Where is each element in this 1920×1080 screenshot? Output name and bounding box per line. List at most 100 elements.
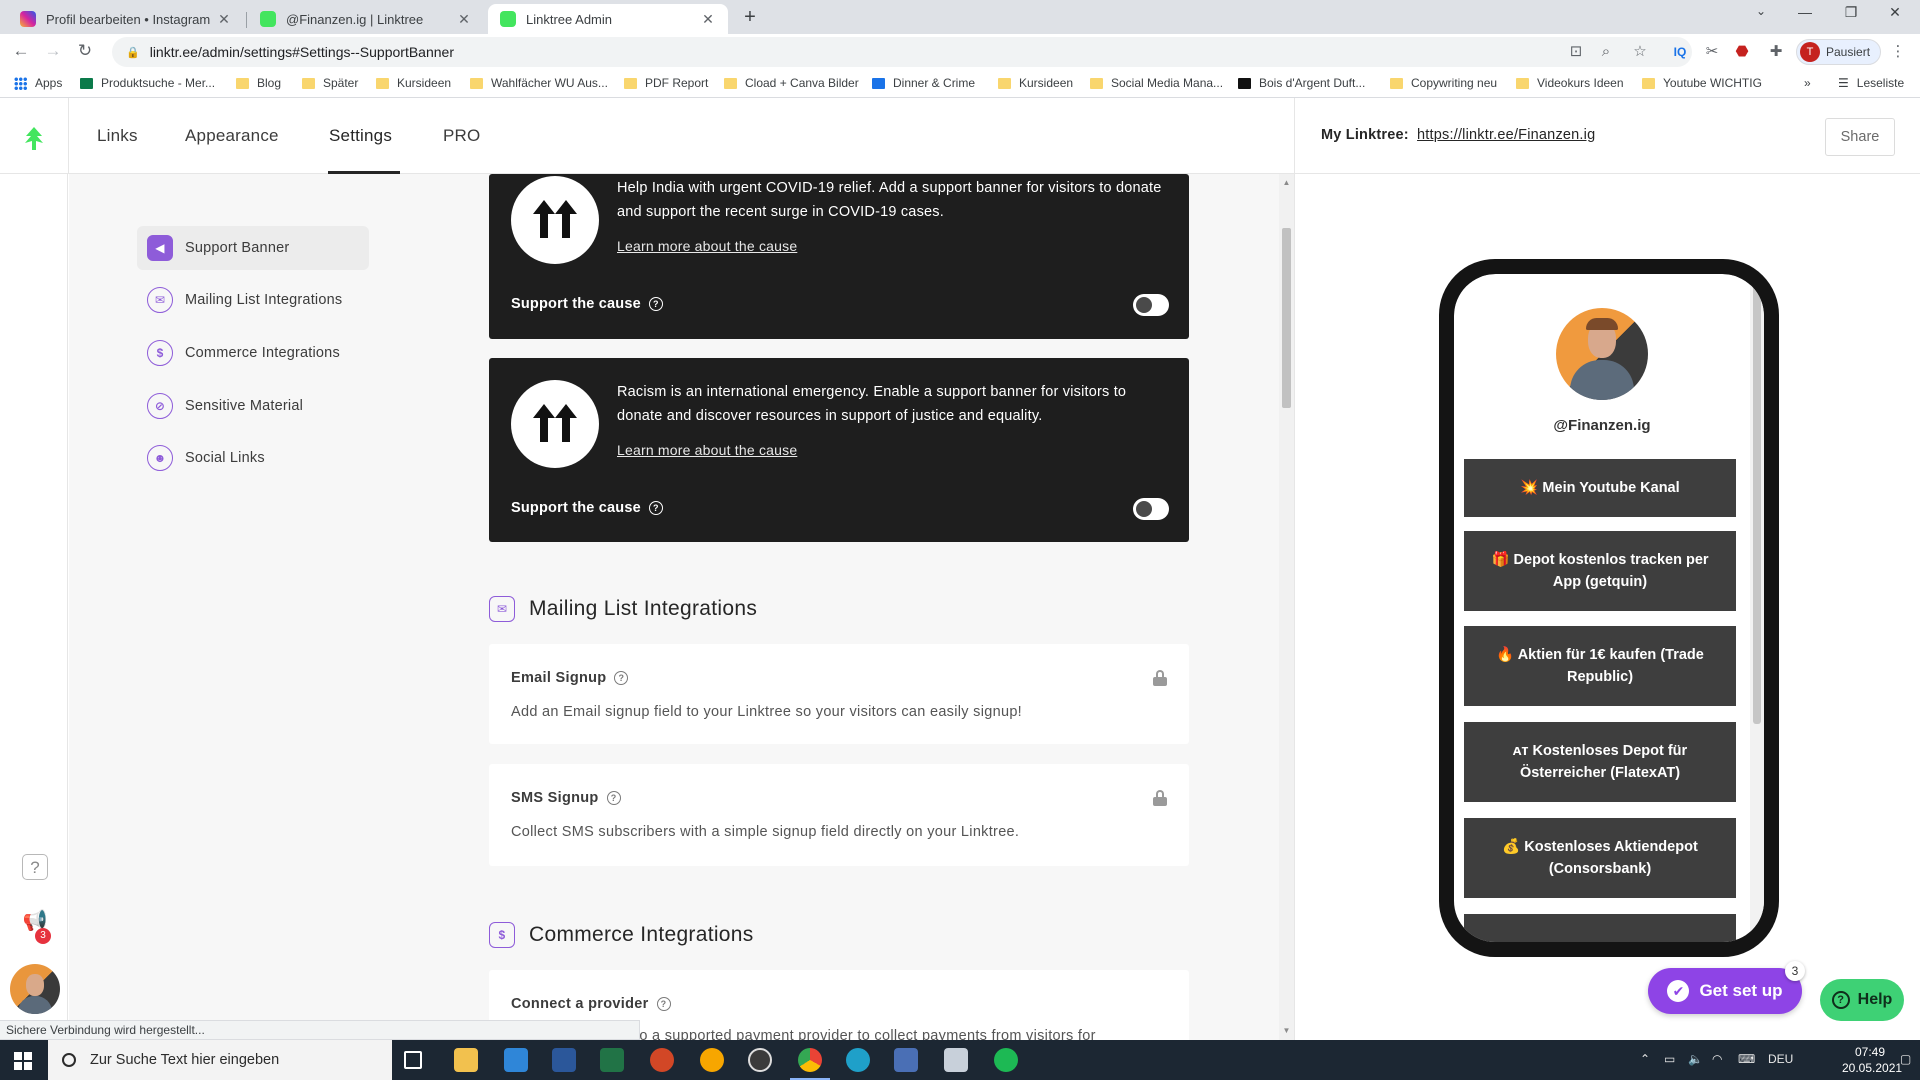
excel-icon[interactable] [600,1048,624,1072]
new-tab-button[interactable]: + [738,6,762,29]
bookmark-item[interactable]: Videokurs Ideen [1516,76,1624,90]
restore-button[interactable]: ❐ [1836,4,1866,21]
tab-appearance[interactable]: Appearance [185,126,279,146]
bookmark-item[interactable]: Youtube WICHTIG [1642,76,1762,90]
user-avatar[interactable] [10,964,60,1014]
tray-app-icon[interactable]: ▭ [1664,1052,1675,1066]
extension-abp-icon[interactable]: ⬣ [1732,42,1752,62]
chrome-icon[interactable] [790,1048,830,1080]
preview-link-button-partial[interactable] [1464,914,1736,942]
reading-list[interactable]: ☰ Leseliste [1838,76,1904,90]
powerpoint-icon[interactable] [650,1048,674,1072]
zoom-icon[interactable]: ⌕ [1596,42,1616,62]
more-bookmarks-icon[interactable]: » [1804,76,1811,90]
bookmark-star-icon[interactable]: ☆ [1630,42,1650,62]
app-icon[interactable] [894,1048,918,1072]
help-button[interactable]: ? Help [1820,979,1904,1021]
linktree-logo-icon[interactable] [20,124,48,152]
close-icon[interactable]: ✕ [216,11,232,28]
close-icon[interactable]: ✕ [456,11,472,28]
bookmark-item[interactable]: Copywriting neu [1390,76,1497,90]
support-cause-toggle[interactable] [1133,294,1169,316]
bookmark-item[interactable]: Cload + Canva Bilder [724,76,859,90]
app-icon[interactable] [700,1048,724,1072]
extension-icon[interactable]: ✂ [1702,42,1722,62]
mail-app-icon[interactable] [504,1048,528,1072]
tray-network-icon[interactable]: ◠ [1712,1052,1722,1066]
menu-item-mailing-list[interactable]: ✉ Mailing List Integrations [137,278,369,322]
browser-tab-instagram[interactable]: Profil bearbeiten • Instagram ✕ [8,4,244,34]
help-question-icon[interactable]: ? [614,671,629,685]
learn-more-link[interactable]: Learn more about the cause [617,238,797,254]
share-button[interactable]: Share [1825,118,1895,156]
spotify-icon[interactable] [994,1048,1018,1072]
get-set-up-button[interactable]: ✔ Get set up [1648,968,1802,1014]
phone-scrollbar[interactable] [1750,274,1764,942]
scroll-down-icon[interactable]: ▼ [1282,1026,1291,1035]
menu-item-support-banner[interactable]: ◀ Support Banner [137,226,369,270]
menu-item-commerce[interactable]: $ Commerce Integrations [137,331,369,375]
bookmark-apps[interactable]: Apps [14,76,62,90]
extension-iq-icon[interactable]: IQ [1670,42,1690,62]
task-view-icon[interactable] [404,1051,422,1069]
forward-icon[interactable]: → [42,40,64,62]
translate-icon[interactable]: ⊡ [1566,42,1586,62]
tray-keyboard-icon[interactable]: ⌨ [1738,1052,1755,1066]
profile-button[interactable]: T Pausiert [1796,39,1882,65]
minimize-button[interactable]: — [1790,4,1820,20]
browser-tab-linktree-admin[interactable]: Linktree Admin ✕ [488,4,728,34]
app-icon[interactable] [944,1048,968,1072]
extensions-puzzle-icon[interactable]: ✚ [1766,42,1786,62]
close-window-button[interactable]: ✕ [1880,4,1910,21]
app-icon[interactable] [748,1048,772,1072]
menu-item-social-links[interactable]: ☻ Social Links [137,436,369,480]
taskbar-search[interactable]: Zur Suche Text hier eingeben [48,1040,392,1080]
bookmark-item[interactable]: Kursideen [376,76,451,90]
bookmark-item[interactable]: Produktsuche - Mer... [80,76,215,90]
content-scrollbar[interactable]: ▲ ▼ [1279,174,1294,1040]
address-bar[interactable]: 🔒 linktr.ee/admin/settings#Settings--Sup… [112,37,1692,67]
help-question-icon[interactable]: ? [648,501,663,515]
help-question-icon[interactable]: ? [648,297,663,311]
tab-search-icon[interactable]: ⌄ [1746,4,1776,18]
word-icon[interactable] [552,1048,576,1072]
taskbar-clock[interactable]: 07:49 20.05.2021 [1842,1044,1902,1076]
preview-link-button[interactable]: ᴀᴛ Kostenloses Depot für Österreicher (F… [1464,722,1736,802]
help-question-icon[interactable]: ? [656,997,671,1011]
bookmark-item[interactable]: Blog [236,76,281,90]
browser-tab-linktree-profile[interactable]: @Finanzen.ig | Linktree ✕ [248,4,484,34]
tab-pro[interactable]: PRO [443,126,480,146]
tab-links[interactable]: Links [97,126,138,146]
bookmark-item[interactable]: PDF Report [624,76,708,90]
bookmark-item[interactable]: Wahlfächer WU Aus... [470,76,608,90]
file-explorer-icon[interactable] [454,1048,478,1072]
email-signup-card[interactable]: Email Signup ? Add an Email signup field… [489,644,1189,744]
tray-volume-icon[interactable]: 🔈 [1688,1052,1703,1066]
notification-center-icon[interactable]: ▢ [1900,1052,1911,1066]
menu-item-sensitive-material[interactable]: ⊘ Sensitive Material [137,384,369,428]
scroll-up-icon[interactable]: ▲ [1282,178,1291,187]
support-cause-toggle[interactable] [1133,498,1169,520]
preview-link-button[interactable]: 💥 Mein Youtube Kanal [1464,459,1736,517]
windows-start-icon[interactable] [14,1052,32,1070]
help-question-icon[interactable]: ? [22,854,48,880]
preview-link-button[interactable]: 🔥 Aktien für 1€ kaufen (Trade Republic) [1464,626,1736,706]
reload-icon[interactable]: ↻ [74,40,96,62]
bookmark-item[interactable]: Kursideen [998,76,1073,90]
tray-language[interactable]: DEU [1768,1052,1793,1066]
back-icon[interactable]: ← [10,40,32,62]
tray-chevron-icon[interactable]: ⌃ [1640,1052,1650,1066]
bookmark-item[interactable]: Dinner & Crime [872,76,975,90]
preview-link-button[interactable]: 🎁 Depot kostenlos tracken per App (getqu… [1464,531,1736,611]
preview-link-button[interactable]: 💰 Kostenloses Aktiendepot (Consorsbank) [1464,818,1736,898]
my-linktree-url[interactable]: https://linktr.ee/Finanzen.ig [1417,127,1595,143]
menu-kebab-icon[interactable]: ⋮ [1888,42,1908,62]
tab-settings[interactable]: Settings [329,126,392,146]
edge-icon[interactable] [846,1048,870,1072]
learn-more-link[interactable]: Learn more about the cause [617,442,797,458]
bookmark-item[interactable]: Bois d'Argent Duft... [1238,76,1365,90]
sms-signup-card[interactable]: SMS Signup ? Collect SMS subscribers wit… [489,764,1189,866]
bookmark-item[interactable]: Social Media Mana... [1090,76,1223,90]
close-icon[interactable]: ✕ [700,11,716,28]
help-question-icon[interactable]: ? [606,791,621,805]
